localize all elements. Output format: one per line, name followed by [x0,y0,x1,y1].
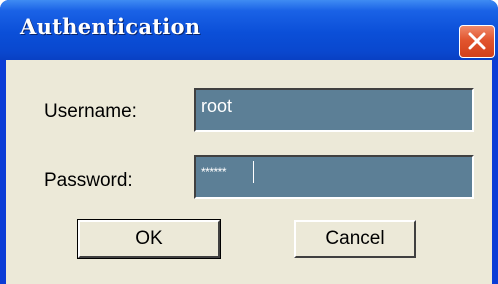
dialog-body: Username: root Password: ****** OK Cance… [6,60,492,284]
title-bar[interactable]: Authentication [0,0,498,60]
cancel-button[interactable]: Cancel [294,220,416,258]
password-label: Password: [44,170,133,191]
username-field[interactable]: root [194,88,474,132]
cancel-button-label: Cancel [325,228,385,249]
ok-button[interactable]: OK [77,219,221,259]
password-value: ****** [201,165,227,179]
text-caret [253,161,254,183]
ok-button-label: OK [135,228,163,249]
close-icon [468,32,486,50]
close-button[interactable] [459,25,495,58]
window-title: Authentication [20,14,201,39]
username-label: Username: [44,101,137,122]
password-field[interactable]: ****** [194,155,474,199]
username-value: root [201,96,233,116]
auth-dialog: Authentication Username: root Password: … [0,0,498,284]
